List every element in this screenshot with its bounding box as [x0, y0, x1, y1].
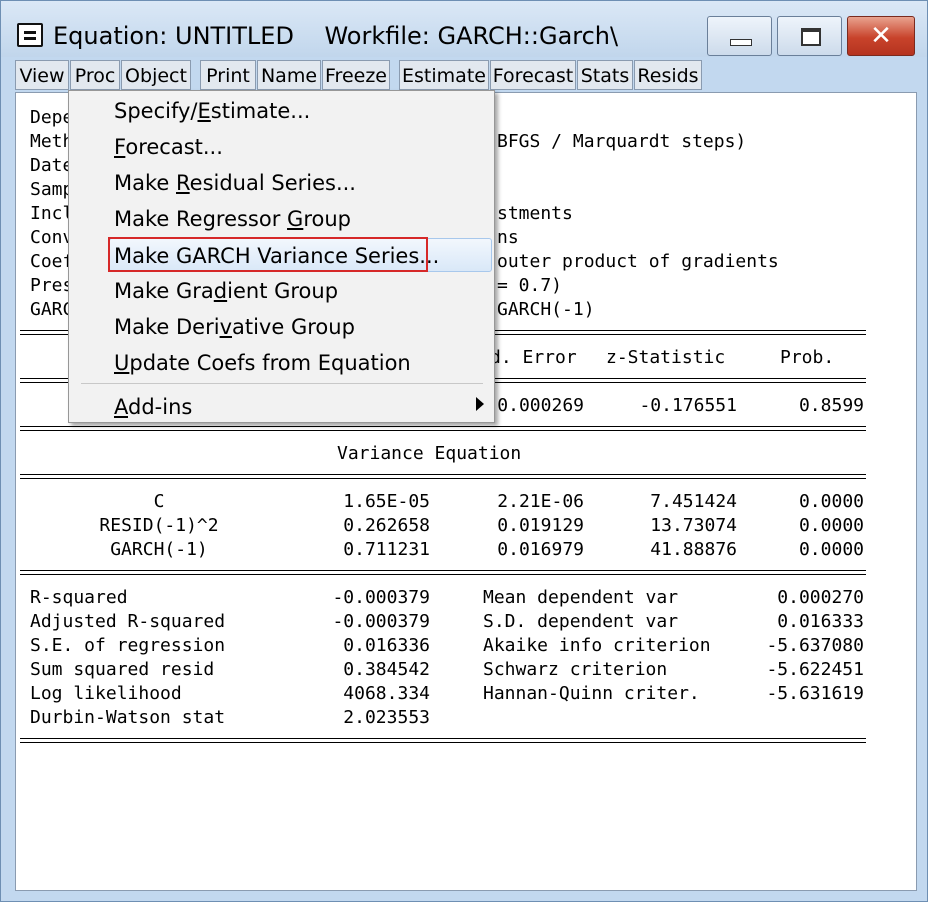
stat-label: Sum squared resid	[30, 659, 215, 680]
submenu-arrow-icon	[476, 397, 484, 411]
stat-value: -0.000379	[332, 611, 430, 632]
stat-value: -0.000379	[332, 587, 430, 608]
stat-label: Adjusted R-squared	[30, 611, 226, 632]
stat-value: -5.631619	[766, 683, 864, 704]
header-garch: GARC	[30, 299, 74, 320]
menu-item-update-coefs[interactable]: Update Coefs from Equation	[69, 345, 494, 381]
toolbar-stats-button[interactable]: Stats	[577, 60, 633, 90]
window-title: Equation: UNTITLED Workfile: GARCH::Garc…	[53, 22, 619, 50]
menu-item-forecast[interactable]: Forecast...	[69, 129, 494, 165]
var-prob: 0.0000	[798, 491, 864, 512]
toolbar-estimate-button[interactable]: Estimate	[399, 60, 489, 90]
stat-value: 0.384542	[343, 659, 430, 680]
header-presample: Pres	[30, 275, 74, 296]
header-presample-tail: = 0.7)	[497, 275, 563, 296]
header-method: Meth	[30, 131, 74, 152]
var-coef: 0.711231	[343, 539, 430, 560]
toolbar-object-button[interactable]: Object	[121, 60, 191, 90]
menu-item-make-gradient-group[interactable]: Make Gradient Group	[69, 273, 494, 309]
menu-separator	[81, 383, 483, 384]
stat-label: Schwarz criterion	[483, 659, 668, 680]
stat-label: S.E. of regression	[30, 635, 226, 656]
minimize-button[interactable]	[707, 16, 772, 56]
highlight-annotation-box	[108, 237, 428, 272]
stat-value: -5.622451	[766, 659, 864, 680]
stat-value: 0.016333	[777, 611, 864, 632]
close-button[interactable]: ✕	[847, 16, 915, 56]
menu-item-make-residual-series[interactable]: Make Residual Series...	[69, 165, 494, 201]
var-name: C	[153, 491, 165, 512]
var-zstat: 13.73074	[650, 515, 737, 536]
table-rule	[20, 738, 866, 743]
var-name: GARCH(-1)	[110, 539, 208, 560]
menu-item-make-derivative-group[interactable]: Make Derivative Group	[69, 309, 494, 345]
stat-label: S.D. dependent var	[483, 611, 679, 632]
mean-prob: 0.8599	[798, 395, 864, 416]
minimize-icon	[730, 39, 752, 46]
var-stderr: 0.019129	[497, 515, 584, 536]
var-coef: 0.262658	[343, 515, 430, 536]
maximize-icon	[801, 28, 821, 46]
menu-item-make-regressor-group[interactable]: Make Regressor Group	[69, 201, 494, 237]
menu-item-add-ins[interactable]: Add-ins	[69, 389, 494, 425]
maximize-button[interactable]	[777, 16, 842, 56]
stat-label: R-squared	[30, 587, 128, 608]
header-convergence-tail: ns	[497, 227, 519, 248]
variance-equation-title: Variance Equation	[337, 443, 522, 464]
stat-value: -5.637080	[766, 635, 864, 656]
close-icon: ✕	[870, 21, 892, 51]
var-coef: 1.65E-05	[343, 491, 430, 512]
stat-label: Durbin-Watson stat	[30, 707, 226, 728]
mean-zstat: -0.176551	[639, 395, 737, 416]
header-sample: Samp	[30, 179, 74, 200]
var-name: RESID(-1)^2	[99, 515, 219, 536]
stat-label: Log likelihood	[30, 683, 182, 704]
header-date: Date	[30, 155, 74, 176]
stat-value: 0.000270	[777, 587, 864, 608]
title-bar[interactable]: Equation: UNTITLED Workfile: GARCH::Garc…	[1, 1, 927, 57]
header-coef: Coef	[30, 251, 74, 272]
header-dep: Depe	[30, 107, 74, 128]
system-menu-icon[interactable]	[17, 23, 43, 47]
toolbar-print-button[interactable]: Print	[200, 60, 256, 90]
stat-value: 0.016336	[343, 635, 430, 656]
toolbar-resids-button[interactable]: Resids	[634, 60, 702, 90]
toolbar-forecast-button[interactable]: Forecast	[490, 60, 576, 90]
var-zstat: 41.88876	[650, 539, 737, 560]
menu-item-specify-estimate[interactable]: Specify/Estimate...	[69, 93, 494, 129]
header-garch-tail: GARCH(-1)	[497, 299, 595, 320]
col-header-prob: Prob.	[780, 347, 835, 368]
table-rule	[20, 474, 866, 479]
toolbar-name-button[interactable]: Name	[257, 60, 321, 90]
toolbar-view-button[interactable]: View	[15, 60, 69, 90]
table-rule	[20, 570, 866, 575]
table-rule	[20, 426, 866, 431]
header-included-tail: stments	[497, 203, 573, 224]
toolbar-freeze-button[interactable]: Freeze	[322, 60, 390, 90]
stat-value: 2.023553	[343, 707, 430, 728]
stat-value: 4068.334	[343, 683, 430, 704]
var-prob: 0.0000	[798, 515, 864, 536]
stat-label: Akaike info criterion	[483, 635, 711, 656]
col-header-stderr: d. Error	[490, 347, 577, 368]
col-header-zstat: z-Statistic	[606, 347, 726, 368]
header-convergence: Conv	[30, 227, 74, 248]
stat-label: Mean dependent var	[483, 587, 679, 608]
header-included: Incl	[30, 203, 74, 224]
var-zstat: 7.451424	[650, 491, 737, 512]
var-stderr: 0.016979	[497, 539, 584, 560]
var-stderr: 2.21E-06	[497, 491, 584, 512]
header-method-tail: BFGS / Marquardt steps)	[497, 131, 747, 152]
stat-label: Hannan-Quinn criter.	[483, 683, 700, 704]
var-prob: 0.0000	[798, 539, 864, 560]
header-coef-tail: outer product of gradients	[497, 251, 779, 272]
toolbar-proc-button[interactable]: Proc	[70, 60, 120, 90]
